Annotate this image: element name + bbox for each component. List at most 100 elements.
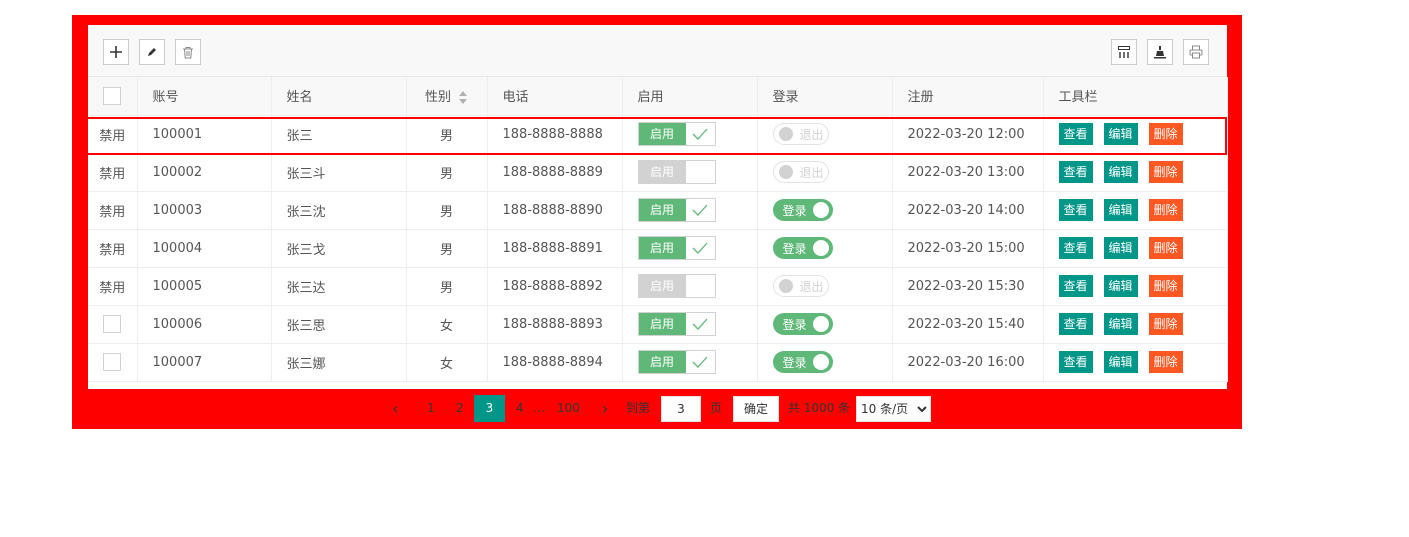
- login-switch[interactable]: 登录: [772, 237, 833, 259]
- table-row[interactable]: 100007 张三娜女 188-8888-8894 启用 登录 2022-03-20 16…: [88, 343, 1228, 382]
- print-button[interactable]: [1183, 39, 1209, 65]
- select-all-cell: [88, 77, 138, 116]
- header-gender[interactable]: 性别: [406, 77, 488, 116]
- cell-account: 100003: [137, 191, 272, 230]
- disabled-label: 禁用: [88, 191, 138, 230]
- header-phone[interactable]: 电话: [487, 77, 623, 116]
- prev-page-icon[interactable]: ‹: [392, 389, 398, 428]
- delete-row-button[interactable]: 删除: [1148, 123, 1183, 145]
- page-ellipsis: …: [533, 401, 545, 415]
- edit-row-button[interactable]: 编辑: [1103, 313, 1138, 335]
- enable-checkbox[interactable]: 启用: [637, 198, 716, 222]
- view-button[interactable]: 查看: [1058, 351, 1093, 373]
- view-button[interactable]: 查看: [1058, 123, 1093, 145]
- confirm-button[interactable]: 确定: [733, 396, 779, 422]
- cell-enabled: 启用: [622, 267, 758, 306]
- edit-row-button[interactable]: 编辑: [1103, 351, 1138, 373]
- export-icon: [1154, 46, 1166, 59]
- cell-actions: 查看 编辑 删除: [1043, 153, 1228, 192]
- delete-row-button[interactable]: 删除: [1148, 275, 1183, 297]
- table-row[interactable]: 禁用 100005 张三达男 188-8888-8892 启用 退出 2022-03-20 …: [88, 267, 1228, 306]
- edit-button[interactable]: [139, 39, 165, 65]
- cell-name: 张三达: [271, 267, 407, 306]
- cell-name: 张三戈: [271, 229, 407, 268]
- export-button[interactable]: [1147, 39, 1173, 65]
- select-all-checkbox[interactable]: [103, 86, 122, 105]
- edit-row-button[interactable]: 编辑: [1103, 161, 1138, 183]
- cell-gender: 男: [406, 191, 488, 230]
- enable-checkbox[interactable]: 启用: [637, 160, 716, 184]
- table-row[interactable]: 禁用 100001 张三男 188-8888-8888 启用 退出 2022-03-20 1…: [88, 115, 1228, 154]
- row-checkbox-cell: [88, 305, 138, 344]
- login-switch[interactable]: 退出: [772, 275, 829, 297]
- enable-checkbox[interactable]: 启用: [637, 236, 716, 260]
- delete-button[interactable]: [175, 39, 201, 65]
- login-switch[interactable]: 登录: [772, 313, 833, 335]
- enable-checkbox[interactable]: 启用: [637, 350, 716, 374]
- page-unit-label: 页: [710, 401, 723, 415]
- edit-row-button[interactable]: 编辑: [1103, 199, 1138, 221]
- login-switch[interactable]: 退出: [772, 161, 829, 183]
- header-enabled[interactable]: 启用: [622, 77, 758, 116]
- enable-checkbox[interactable]: 启用: [637, 122, 716, 146]
- edit-row-button[interactable]: 编辑: [1103, 123, 1138, 145]
- login-label: 登录: [782, 317, 807, 332]
- delete-row-button[interactable]: 删除: [1148, 351, 1183, 373]
- view-button[interactable]: 查看: [1058, 199, 1093, 221]
- login-label: 登录: [782, 241, 807, 256]
- pencil-icon: [148, 48, 156, 56]
- row-checkbox[interactable]: [103, 315, 122, 333]
- header-account[interactable]: 账号: [137, 77, 272, 116]
- cell-phone: 188-8888-8888: [487, 115, 623, 154]
- sort-icon[interactable]: [459, 91, 468, 105]
- edit-row-button[interactable]: 编辑: [1103, 275, 1138, 297]
- cell-account: 100001: [137, 115, 272, 154]
- table-row[interactable]: 禁用 100003 张三沈男 188-8888-8890 启用 登录 2022-03-20 …: [88, 191, 1228, 230]
- delete-row-button[interactable]: 删除: [1148, 161, 1183, 183]
- cell-name: 张三: [271, 115, 407, 154]
- cell-login: 登录: [757, 343, 893, 382]
- cell-actions: 查看 编辑 删除: [1043, 191, 1228, 230]
- cell-enabled: 启用: [622, 115, 758, 154]
- page-size-select[interactable]: 10 条/页: [856, 396, 931, 422]
- enable-checkbox[interactable]: 启用: [637, 274, 716, 298]
- table-row[interactable]: 禁用 100002 张三斗男 188-8888-8889 启用 退出 2022-03-20 …: [88, 153, 1228, 192]
- header-login[interactable]: 登录: [757, 77, 893, 116]
- login-switch[interactable]: 登录: [772, 351, 833, 373]
- check-icon: [692, 204, 708, 216]
- enable-label: 启用: [638, 237, 686, 259]
- header-name[interactable]: 姓名: [271, 77, 407, 116]
- table-row[interactable]: 禁用 100004 张三戈男 188-8888-8891 启用 登录 2022-03-20 …: [88, 229, 1228, 268]
- enable-check-box: [685, 275, 715, 297]
- edit-row-button[interactable]: 编辑: [1103, 237, 1138, 259]
- header-registered[interactable]: 注册: [892, 77, 1044, 116]
- goto-page-input[interactable]: [661, 396, 701, 422]
- page-2[interactable]: 2: [456, 389, 464, 428]
- row-checkbox[interactable]: [103, 353, 122, 371]
- cell-gender: 女: [406, 305, 488, 344]
- delete-row-button[interactable]: 删除: [1148, 313, 1183, 335]
- delete-row-button[interactable]: 删除: [1148, 237, 1183, 259]
- table-row[interactable]: 100006 张三思女 188-8888-8893 启用 登录 2022-03-20 15…: [88, 305, 1228, 344]
- header-gender-label: 性别: [424, 90, 451, 106]
- view-button[interactable]: 查看: [1058, 237, 1093, 259]
- enable-label: 启用: [638, 161, 686, 183]
- enable-checkbox[interactable]: 启用: [637, 312, 716, 336]
- view-button[interactable]: 查看: [1058, 313, 1093, 335]
- row-checkbox-cell: [88, 343, 138, 382]
- page-100[interactable]: 100: [557, 389, 580, 428]
- next-page-icon[interactable]: ›: [602, 389, 608, 428]
- cell-gender: 女: [406, 343, 488, 382]
- page-3-current[interactable]: 3: [474, 395, 505, 422]
- columns-button[interactable]: [1111, 39, 1137, 65]
- delete-row-button[interactable]: 删除: [1148, 199, 1183, 221]
- page-4[interactable]: 4: [516, 389, 524, 428]
- view-button[interactable]: 查看: [1058, 161, 1093, 183]
- add-button[interactable]: [103, 39, 129, 65]
- cell-login: 登录: [757, 305, 893, 344]
- page-1[interactable]: 1: [427, 389, 435, 428]
- login-switch[interactable]: 登录: [772, 199, 833, 221]
- cell-enabled: 启用: [622, 343, 758, 382]
- view-button[interactable]: 查看: [1058, 275, 1093, 297]
- login-switch[interactable]: 退出: [772, 123, 829, 145]
